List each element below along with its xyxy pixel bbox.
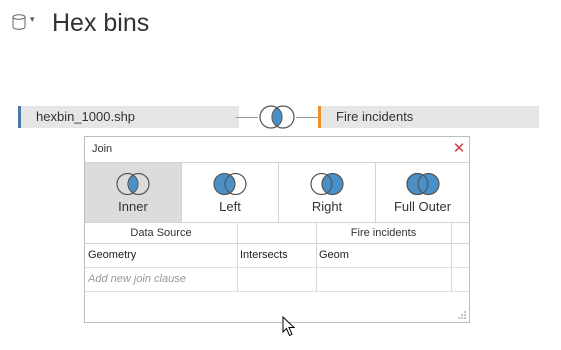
left-field[interactable]: Geometry	[88, 244, 136, 267]
right-field[interactable]: Geom	[319, 244, 349, 267]
join-type-label: Left	[219, 199, 241, 214]
join-dialog-title: Join	[92, 143, 113, 155]
add-join-clause-row[interactable]: Add new join clause	[85, 268, 469, 292]
column-header-fire-incidents: Fire incidents	[350, 227, 417, 239]
mouse-pointer-icon	[282, 316, 296, 337]
left-table-pill[interactable]: hexbin_1000.shp	[18, 106, 239, 128]
title-bar: ▾ Hex bins	[0, 0, 561, 44]
database-icon[interactable]	[12, 14, 26, 30]
join-type-label: Inner	[118, 199, 148, 214]
join-dialog: Join ✕ Inner Left Right Full Outer Data …	[84, 136, 470, 323]
join-type-full-outer-button[interactable]: Full Outer	[376, 163, 469, 223]
join-link-line-right	[296, 117, 318, 118]
join-dialog-header: Join ✕	[85, 137, 469, 163]
join-type-label: Full Outer	[393, 199, 452, 214]
column-divider	[316, 223, 317, 291]
join-clause-row[interactable]: Geometry Intersects Geom	[85, 244, 469, 268]
full-outer-join-venn-icon	[406, 172, 440, 196]
right-table-name: Fire incidents	[336, 109, 414, 124]
join-type-right-button[interactable]: Right	[279, 163, 376, 223]
left-join-venn-icon	[213, 172, 247, 196]
join-type-label: Right	[311, 199, 343, 214]
column-divider	[451, 223, 452, 291]
join-type-inner-button[interactable]: Inner	[85, 163, 182, 223]
join-link-line-left	[236, 117, 258, 118]
column-header-data-source: Data Source	[130, 227, 192, 239]
join-type-left-button[interactable]: Left	[182, 163, 279, 223]
resize-grip-icon[interactable]	[457, 310, 467, 320]
add-join-clause-placeholder[interactable]: Add new join clause	[88, 268, 186, 291]
close-icon[interactable]: ✕	[451, 140, 467, 158]
grid-header-row: Data Source Fire incidents	[85, 223, 469, 244]
page-title[interactable]: Hex bins	[52, 6, 149, 40]
caret-down-icon[interactable]: ▾	[30, 14, 35, 25]
column-divider	[237, 223, 238, 291]
left-table-name: hexbin_1000.shp	[36, 109, 136, 124]
right-table-pill[interactable]: Fire incidents	[318, 106, 539, 128]
inner-join-venn-icon[interactable]	[256, 104, 298, 130]
join-operator[interactable]: Intersects	[240, 244, 288, 267]
inner-join-venn-icon	[116, 172, 150, 196]
right-join-venn-icon	[310, 172, 344, 196]
